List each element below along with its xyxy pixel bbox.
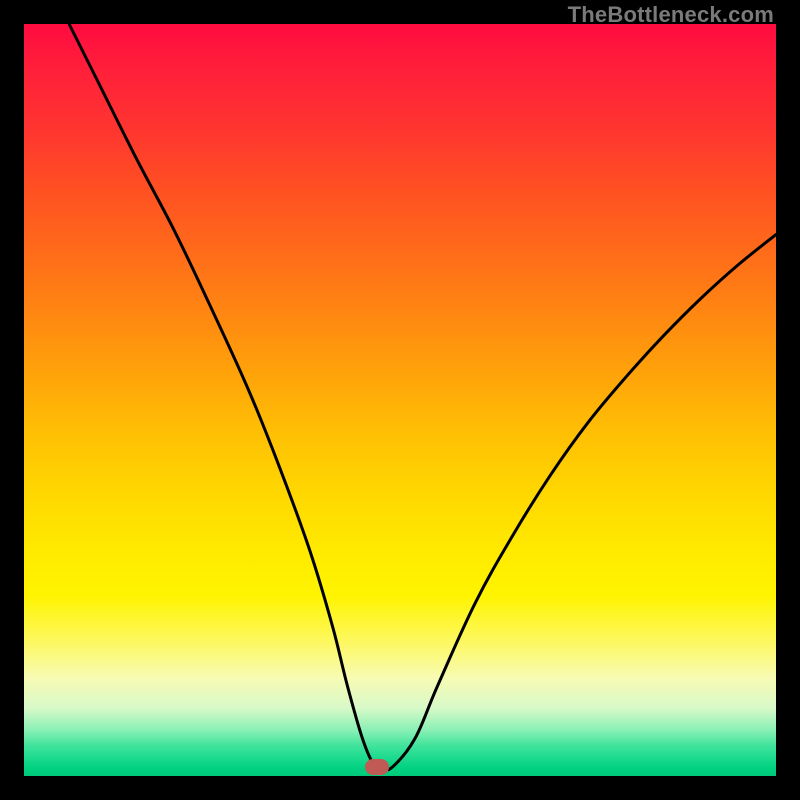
bottleneck-curve <box>69 24 776 770</box>
optimal-point-marker <box>365 759 389 775</box>
curve-svg <box>24 24 776 776</box>
chart-frame: TheBottleneck.com <box>0 0 800 800</box>
plot-area <box>24 24 776 776</box>
